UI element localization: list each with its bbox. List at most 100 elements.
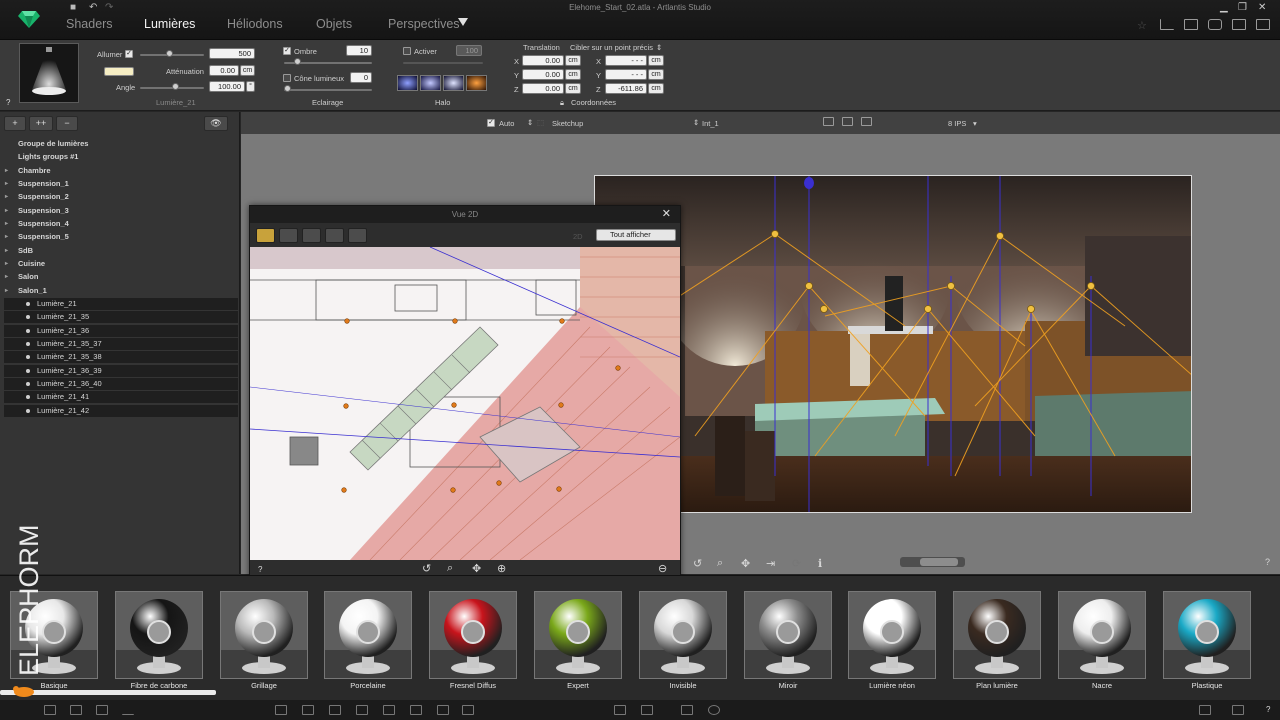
tree-group-item[interactable]: ▸ Suspension_1 (4, 178, 238, 190)
plan-view-icon[interactable] (256, 228, 275, 243)
cone-slider-knob[interactable] (284, 85, 291, 92)
tree-light-item[interactable]: Lumière_21_35_37 (4, 338, 238, 350)
halo-preset-1[interactable] (397, 75, 418, 91)
crop-icon[interactable] (1232, 19, 1246, 30)
tree-group-item[interactable]: ▸ SdB (4, 245, 238, 257)
halo-slider[interactable] (403, 62, 483, 64)
halo-preset-4[interactable] (466, 75, 487, 91)
grid-icon[interactable] (842, 117, 853, 126)
window-icon[interactable] (1184, 19, 1198, 30)
minimize-icon[interactable]: ▁ (1220, 2, 1228, 13)
x-unit[interactable]: cm (565, 55, 581, 66)
eye-icon[interactable]: 👁︎ (204, 116, 228, 131)
halo-field[interactable]: 100 (456, 45, 482, 56)
material-tile[interactable] (1163, 591, 1251, 679)
tree-group-item[interactable]: Lights groups #1 (4, 151, 238, 163)
vue-2d-zoom-icon[interactable]: ⌕ (447, 562, 453, 575)
target-select-arrow-icon[interactable]: ⇕ (656, 43, 662, 52)
material-tile[interactable] (744, 591, 832, 679)
ombre-field[interactable]: 10 (346, 45, 372, 56)
close-window-icon[interactable]: ✕ (1258, 2, 1266, 13)
target-point-select[interactable]: Cibler sur un point précis (570, 43, 653, 52)
tree-light-item[interactable]: Lumière_21 (4, 298, 238, 310)
star-icon[interactable]: ☆ (1137, 19, 1147, 32)
angle-field[interactable]: 100.00 (209, 81, 245, 92)
pan-icon[interactable]: ✥ (741, 557, 750, 570)
remove-light-button[interactable]: − (56, 116, 78, 131)
refresh-icon[interactable]: ⟳ (792, 557, 801, 570)
person-icon[interactable] (437, 705, 449, 715)
sketchup-link-icon[interactable]: ⬚ (537, 118, 544, 127)
material-tile[interactable] (115, 591, 203, 679)
vue-2d-pan-icon[interactable]: ✥ (472, 562, 481, 575)
fps-select[interactable]: 8 IPS (948, 119, 966, 128)
cone-checkbox[interactable] (283, 74, 291, 82)
help-icon[interactable]: ? (6, 98, 10, 107)
layout-icon[interactable] (861, 117, 872, 126)
vue-2d-layers-icon[interactable]: ⊖ (658, 562, 667, 575)
material-tile[interactable] (848, 591, 936, 679)
cone-field[interactable]: 0 (350, 72, 372, 83)
material-tile[interactable] (220, 591, 308, 679)
view-select-arrow-icon[interactable]: ⇕ (693, 118, 699, 127)
tab-shaders[interactable]: Shaders (66, 17, 113, 31)
material-tile[interactable] (1058, 591, 1146, 679)
target-y-unit[interactable]: cm (648, 69, 664, 80)
category-icon-4[interactable] (122, 705, 134, 715)
grid-view-icon[interactable] (1199, 705, 1211, 715)
restore-icon[interactable]: ❐ (1238, 2, 1247, 13)
bottom-help-icon[interactable]: ? (1266, 705, 1270, 714)
elevation-left-icon[interactable] (302, 228, 321, 243)
expand-arrow-icon[interactable]: ▸ (5, 231, 8, 243)
angle-unit[interactable]: ° (246, 81, 255, 92)
attenuation-field[interactable]: 0.00 (209, 65, 239, 76)
y-unit[interactable]: cm (565, 69, 581, 80)
frame-icon-bottom[interactable] (681, 705, 693, 715)
texture-icon[interactable] (614, 705, 626, 715)
display-dropdown[interactable]: Tout afficher (596, 229, 676, 241)
elevation-front-icon[interactable] (279, 228, 298, 243)
y-field[interactable]: 0.00 (522, 69, 564, 80)
target-z-unit[interactable]: cm (648, 83, 664, 94)
tab-heliodons[interactable]: Héliodons (227, 17, 283, 31)
viewport-scrollbar[interactable] (900, 557, 965, 567)
ombre-checkbox[interactable]: ✓ (283, 47, 291, 55)
cone-slider[interactable] (284, 89, 372, 91)
expand-arrow-icon[interactable]: ▸ (5, 218, 8, 230)
category-icon-2[interactable] (70, 705, 82, 715)
halo-preset-3[interactable] (443, 75, 464, 91)
vue-2d-title[interactable]: Vue 2D (250, 206, 680, 223)
sofa-icon[interactable] (275, 705, 287, 715)
axis-icon[interactable] (1160, 19, 1174, 30)
cart-icon[interactable] (1232, 705, 1244, 715)
render-preview[interactable] (594, 175, 1192, 513)
tree-group-item[interactable]: ▸ Suspension_4 (4, 218, 238, 230)
rotate-icon[interactable]: ↺ (693, 557, 702, 570)
viewport-help-icon[interactable]: ? (1265, 557, 1270, 567)
tree-light-item[interactable]: Lumière_21_36 (4, 325, 238, 337)
material-tile[interactable] (953, 591, 1041, 679)
expand-arrow-icon[interactable]: ▸ (5, 245, 8, 257)
allumer-checkbox[interactable]: ✓ (125, 50, 133, 58)
category-icon-1[interactable] (44, 705, 56, 715)
tree-group-item[interactable]: ▸ Suspension_2 (4, 191, 238, 203)
lamp-icon[interactable] (329, 705, 341, 715)
auto-checkbox[interactable]: ✓ (487, 119, 495, 127)
tree-light-item[interactable]: Lumière_21_42 (4, 405, 238, 417)
halo-preset-2[interactable] (420, 75, 441, 91)
tree-light-item[interactable]: Lumière_21_35 (4, 311, 238, 323)
power-slider-knob[interactable] (166, 50, 173, 57)
target-y-field[interactable]: - - - (605, 69, 647, 80)
expand-arrow-icon[interactable]: ▸ (5, 205, 8, 217)
close-icon[interactable]: ✕ (662, 207, 671, 220)
fit-icon[interactable]: ⇥ (766, 557, 775, 570)
expand-arrow-icon[interactable]: ▸ (5, 271, 8, 283)
tree-light-item[interactable]: Lumière_21_41 (4, 391, 238, 403)
expand-arrow-icon[interactable]: ▸ (5, 285, 8, 297)
z-unit[interactable]: cm (565, 83, 581, 94)
zoom-icon[interactable]: ⌕ (717, 557, 723, 570)
tree-group-item[interactable]: ▸ Cuisine (4, 258, 238, 270)
tab-lumieres[interactable]: Lumières (144, 17, 195, 31)
tree-group-item[interactable]: ▸ Suspension_3 (4, 205, 238, 217)
export-icon[interactable] (1256, 19, 1270, 30)
